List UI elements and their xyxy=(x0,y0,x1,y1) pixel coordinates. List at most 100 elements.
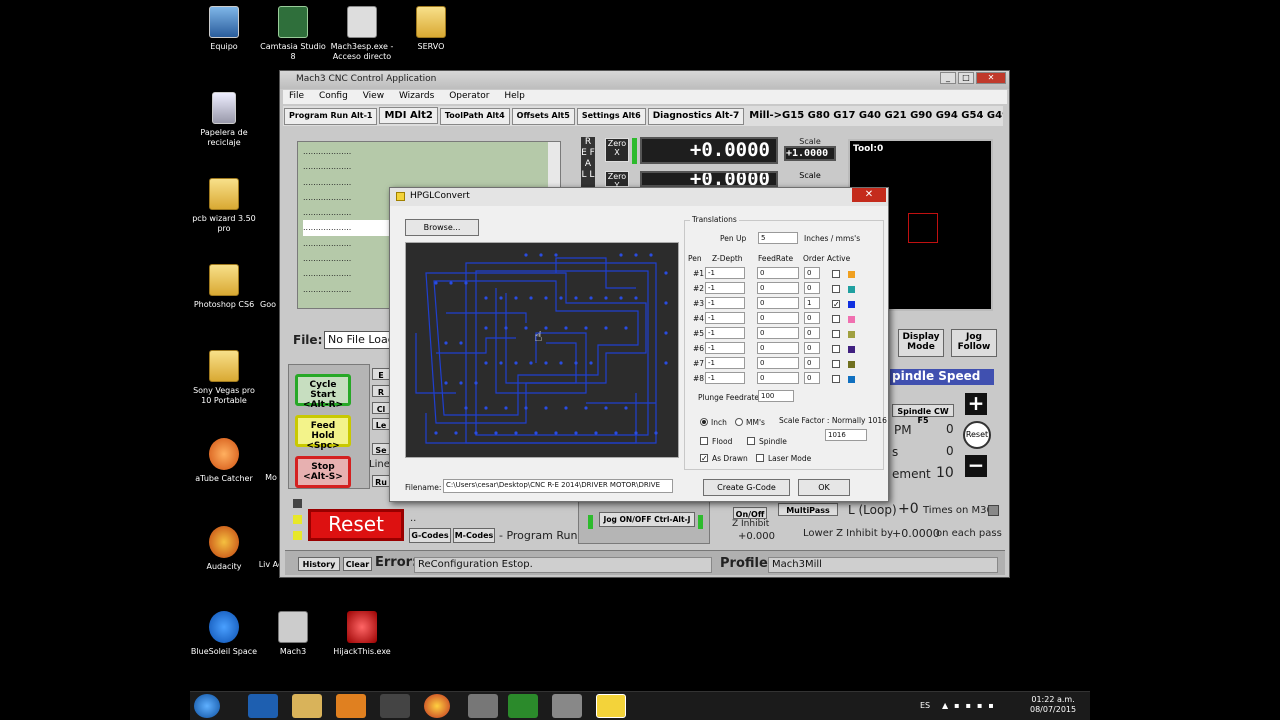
sov-value[interactable]: 0 xyxy=(946,444,954,458)
menu-help[interactable]: Help xyxy=(498,90,531,101)
menu-wizards[interactable]: Wizards xyxy=(393,90,440,101)
maximize-button[interactable]: □ xyxy=(958,72,974,84)
clock[interactable]: 01:22 a.m. 08/07/2015 xyxy=(1030,695,1076,715)
pen-up-input[interactable]: 5 xyxy=(758,232,798,244)
menu-view[interactable]: View xyxy=(357,90,390,101)
window-titlebar[interactable]: Mach3 CNC Control Application xyxy=(280,71,1009,89)
tab-mdi[interactable]: MDI Alt2 xyxy=(379,107,438,124)
menu-operator[interactable]: Operator xyxy=(443,90,495,101)
desktop-icon-camtasia[interactable]: Camtasia Studio 8 xyxy=(258,6,328,62)
load-gcode-button[interactable]: Le xyxy=(372,418,390,430)
tab-offsets[interactable]: Offsets Alt5 xyxy=(511,108,575,125)
clear-button[interactable]: Clear xyxy=(343,557,372,571)
desktop-icon-hijackthis[interactable]: HijackThis.exe xyxy=(327,611,397,657)
dialog-titlebar[interactable]: HPGLConvert xyxy=(390,188,888,206)
dialog-close-button[interactable]: ✕ xyxy=(852,188,886,202)
start-button[interactable] xyxy=(194,694,220,718)
tab-diagnostics[interactable]: Diagnostics Alt-7 xyxy=(647,108,745,125)
plunge-feedrate-input[interactable]: 100 xyxy=(758,390,794,402)
desktop-icon-recycle[interactable]: Papelera de reciclaje xyxy=(189,92,259,148)
l-loop-value[interactable]: +0 xyxy=(898,501,919,517)
desktop-icon-equipo[interactable]: Equipo xyxy=(189,6,259,52)
ok-button[interactable]: OK xyxy=(798,479,850,496)
mach3-taskbar-icon[interactable] xyxy=(552,694,582,718)
cycle-start-button[interactable]: Cycle Start <Alt-R> xyxy=(295,374,351,410)
spindle-checkbox[interactable] xyxy=(747,437,755,445)
desktop-icon-servo[interactable]: SERVO xyxy=(396,6,466,52)
jog-follow-button[interactable]: Jog Follow xyxy=(951,329,997,357)
browse-button[interactable]: Browse... xyxy=(405,219,479,236)
display-mode-button[interactable]: Display Mode xyxy=(898,329,944,357)
flood-checkbox[interactable] xyxy=(700,437,708,445)
inch-radio-selected[interactable] xyxy=(700,418,708,426)
feed-hold-button[interactable]: Feed Hold <Spc> xyxy=(295,415,351,451)
desktop-icon-bluesoleil[interactable]: BlueSoleil Space xyxy=(189,611,259,657)
history-button[interactable]: History xyxy=(298,557,340,571)
active-checkbox[interactable] xyxy=(832,375,840,383)
app-icon[interactable] xyxy=(380,694,410,718)
active-checkbox[interactable] xyxy=(832,270,840,278)
run-from-here-button[interactable]: Ru xyxy=(372,475,390,487)
desktop-icon-audacity[interactable]: Audacity xyxy=(189,526,259,572)
x-dro[interactable]: +0.0000 xyxy=(640,137,778,164)
jog-onoff-button[interactable]: Jog ON/OFF Ctrl-Alt-J xyxy=(599,512,695,527)
create-gcode-button[interactable]: Create G-Code xyxy=(703,479,790,496)
chrome-icon[interactable] xyxy=(424,694,450,718)
active-checkbox[interactable] xyxy=(832,345,840,353)
close-gcode-button[interactable]: Cl xyxy=(372,402,390,414)
multipass-button[interactable]: MultiPass xyxy=(778,503,838,516)
ref-all-button[interactable]: R E F A L L xyxy=(581,137,595,187)
x-scale-dro[interactable]: +1.0000 xyxy=(784,146,836,161)
active-checkbox[interactable] xyxy=(832,285,840,293)
spindle-up-icon[interactable]: + xyxy=(965,393,987,415)
tab-settings[interactable]: Settings Alt6 xyxy=(576,108,646,125)
close-button[interactable]: ✕ xyxy=(976,72,1006,84)
spindle-reset-button[interactable]: Reset xyxy=(963,421,991,449)
spindle-increment-value[interactable]: 10 xyxy=(936,465,954,481)
explorer-icon[interactable] xyxy=(292,694,322,718)
scale-factor-input[interactable]: 1016 xyxy=(825,429,867,441)
mms-radio[interactable] xyxy=(735,418,743,426)
as-drawn-checkbox-checked[interactable]: ✓ xyxy=(700,454,708,463)
ie-icon[interactable] xyxy=(248,694,278,718)
edit-gcode-button[interactable]: E xyxy=(372,368,390,380)
active-checkbox-checked[interactable]: ✓ xyxy=(832,300,840,309)
desktop-icon-atube[interactable]: aTube Catcher xyxy=(189,438,259,484)
reset-button[interactable]: Reset xyxy=(308,509,404,541)
spindle-down-icon[interactable]: − xyxy=(965,455,987,477)
spindle-cw-button[interactable]: Spindle CW F5 xyxy=(892,404,954,425)
desktop-icon-mach3[interactable]: Mach3 xyxy=(258,611,328,657)
menu-file[interactable]: File xyxy=(283,90,310,101)
y-dro[interactable]: +0.0000 xyxy=(640,171,778,187)
language-indicator[interactable]: ES xyxy=(920,701,930,710)
media-player-icon[interactable] xyxy=(336,694,366,718)
pcb-wizard-icon[interactable] xyxy=(468,694,498,718)
filename-input[interactable]: C:\Users\cesar\Desktop\CNC R-E 2014\DRIV… xyxy=(443,479,673,493)
stop-button[interactable]: Stop <Alt-S> xyxy=(295,456,351,488)
tab-toolpath[interactable]: ToolPath Alt4 xyxy=(439,108,510,125)
lower-z-value[interactable]: +0.0000 xyxy=(892,527,940,540)
rpm-value[interactable]: 0 xyxy=(946,422,954,436)
desktop-icon-sonyvegas[interactable]: Sony Vegas pro 10 Portable xyxy=(189,350,259,406)
tab-program-run[interactable]: Program Run Alt-1 xyxy=(284,108,378,125)
desktop-icon-mach3esp[interactable]: Mach3esp.exe - Acceso directo xyxy=(327,6,397,62)
hpgl-preview[interactable]: ☝ xyxy=(405,242,679,458)
zero-x-button[interactable]: Zero X xyxy=(605,138,629,162)
menu-config[interactable]: Config xyxy=(313,90,354,101)
tray-icons[interactable]: ▲▪▪▪▪ xyxy=(942,701,1000,710)
gcodes-button[interactable]: G-Codes xyxy=(409,528,451,543)
desktop-icon-photoshop[interactable]: Photoshop CS6 xyxy=(189,264,259,310)
desktop-icon-pcbwizard[interactable]: pcb wizard 3.50 pro xyxy=(189,178,259,234)
mcodes-button[interactable]: M-Codes xyxy=(453,528,495,543)
on-off-button[interactable]: On/Off xyxy=(733,507,767,519)
hpgl-taskbar-icon[interactable] xyxy=(596,694,626,718)
recent-file-button[interactable]: R xyxy=(372,385,390,397)
active-checkbox[interactable] xyxy=(832,315,840,323)
set-next-line-button[interactable]: Se xyxy=(372,443,390,455)
zero-y-button[interactable]: Zero Y xyxy=(605,171,629,190)
z-inhibit-value[interactable]: +0.000 xyxy=(738,531,775,542)
minimize-button[interactable]: _ xyxy=(940,72,956,84)
laser-mode-checkbox[interactable] xyxy=(756,454,764,462)
camtasia-taskbar-icon[interactable] xyxy=(508,694,538,718)
active-checkbox[interactable] xyxy=(832,360,840,368)
